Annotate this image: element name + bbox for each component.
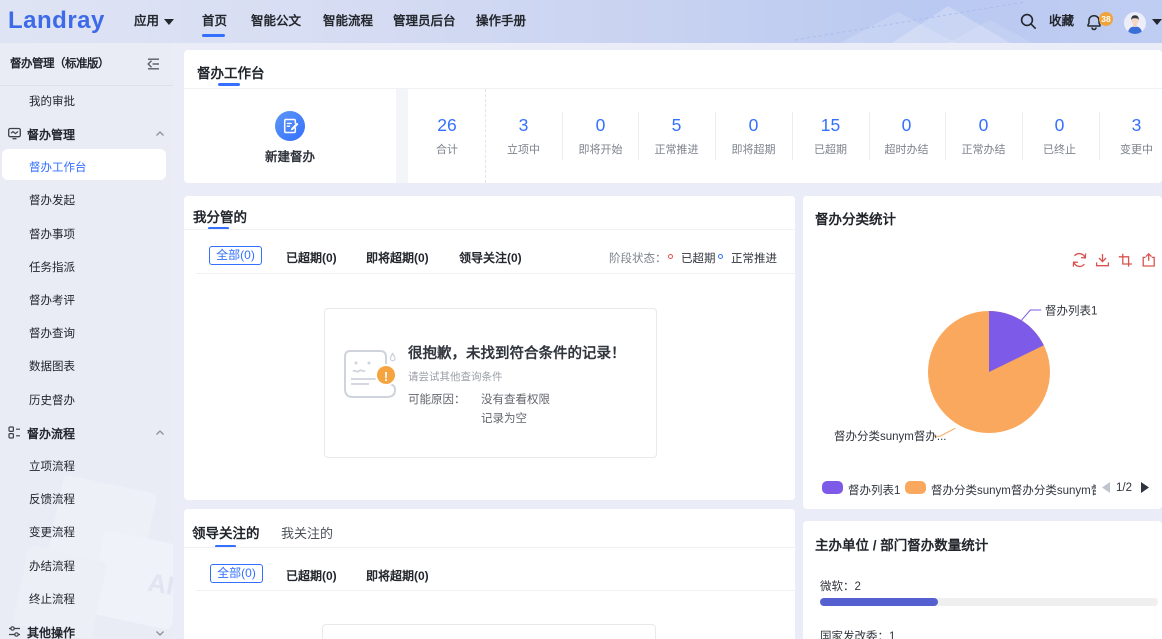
svg-text:AI: AI bbox=[146, 567, 173, 601]
svg-text:督办分类sunym督办...: 督办分类sunym督办... bbox=[834, 429, 946, 443]
svg-text:督办列表1: 督办列表1 bbox=[1045, 304, 1097, 318]
